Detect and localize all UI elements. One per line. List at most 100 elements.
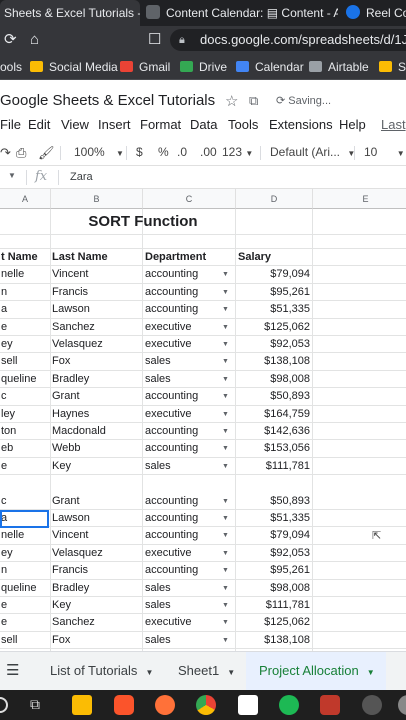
app-icon[interactable]: [362, 695, 382, 715]
salary-cell[interactable]: $50,893: [238, 493, 310, 510]
browser-tab-reel[interactable]: Reel Co: [346, 0, 406, 26]
salary-cell[interactable]: $51,335: [238, 510, 310, 527]
dropdown-arrow-icon[interactable]: ▼: [222, 458, 229, 475]
last-name-cell[interactable]: Grant: [52, 388, 142, 405]
column-header-d[interactable]: D: [236, 189, 313, 209]
dropdown-arrow-icon[interactable]: ▼: [222, 562, 229, 579]
first-name-cell[interactable]: n: [0, 562, 48, 579]
dropdown-arrow-icon[interactable]: ▼: [222, 284, 229, 301]
menu-tools[interactable]: Tools: [228, 117, 258, 132]
salary-cell[interactable]: $95,261: [238, 562, 310, 579]
first-name-cell[interactable]: c: [0, 493, 48, 510]
first-name-cell[interactable]: sell: [0, 632, 48, 649]
dropdown-arrow-icon[interactable]: ▼: [222, 371, 229, 388]
first-name-cell[interactable]: ey: [0, 545, 48, 562]
salary-cell[interactable]: $142,636: [238, 423, 310, 440]
salary-cell[interactable]: $92,053: [238, 336, 310, 353]
last-name-cell[interactable]: Grant: [52, 493, 142, 510]
header-last-name[interactable]: Last Name: [52, 249, 142, 266]
first-name-cell[interactable]: ton: [0, 423, 48, 440]
font-select[interactable]: Default (Ari... ▼: [270, 145, 355, 159]
app-icon[interactable]: [320, 695, 340, 715]
salary-cell[interactable]: $164,759: [238, 406, 310, 423]
reload-icon[interactable]: ⟳: [4, 31, 17, 49]
dropdown-arrow-icon[interactable]: ▼: [222, 527, 229, 544]
star-icon[interactable]: ☆: [225, 92, 238, 110]
last-name-cell[interactable]: Velasquez: [52, 545, 142, 562]
brave-icon[interactable]: [114, 695, 134, 715]
dropdown-arrow-icon[interactable]: ▼: [222, 614, 229, 631]
first-name-cell[interactable]: a: [0, 301, 48, 318]
bookmark-gmail[interactable]: Gmail: [120, 54, 170, 79]
last-name-cell[interactable]: Francis: [52, 562, 142, 579]
percent-format-button[interactable]: %: [158, 145, 169, 159]
salary-cell[interactable]: $95,261: [238, 284, 310, 301]
app-icon[interactable]: [398, 695, 406, 715]
chrome-icon[interactable]: [196, 695, 216, 715]
last-name-cell[interactable]: Vincent: [52, 266, 142, 283]
bookmark-sc[interactable]: Sc: [379, 54, 406, 79]
last-name-cell[interactable]: Webb: [52, 440, 142, 457]
last-name-cell[interactable]: Lawson: [52, 510, 142, 527]
notion-icon[interactable]: [238, 695, 258, 715]
chevron-down-icon[interactable]: ▼: [8, 171, 16, 180]
paint-format-icon[interactable]: 🖌︎: [38, 145, 55, 161]
print-icon[interactable]: ⎙: [16, 145, 26, 161]
first-name-cell[interactable]: n: [0, 284, 48, 301]
first-name-cell[interactable]: e: [0, 614, 48, 631]
salary-cell[interactable]: $92,053: [238, 545, 310, 562]
menu-edit[interactable]: Edit: [28, 117, 50, 132]
bookmark-social-media[interactable]: Social Media: [30, 54, 118, 79]
last-name-cell[interactable]: Key: [52, 458, 142, 475]
column-header-c[interactable]: C: [143, 189, 236, 209]
first-name-cell[interactable]: ley: [0, 406, 48, 423]
salary-cell[interactable]: $79,094: [238, 266, 310, 283]
menu-format[interactable]: Format: [140, 117, 181, 132]
menu-insert[interactable]: Insert: [98, 117, 131, 132]
search-icon[interactable]: [0, 697, 8, 713]
currency-format-button[interactable]: $: [136, 145, 143, 159]
dropdown-arrow-icon[interactable]: ▼: [222, 632, 229, 649]
last-name-cell[interactable]: Francis: [52, 284, 142, 301]
more-formats-button[interactable]: 123 ▼: [222, 145, 253, 159]
last-name-cell[interactable]: Bradley: [52, 371, 142, 388]
dropdown-arrow-icon[interactable]: ▼: [222, 597, 229, 614]
home-icon[interactable]: ⌂: [30, 31, 39, 49]
sheet-tab-project-allocation[interactable]: Project Allocation ▼: [246, 652, 386, 690]
salary-cell[interactable]: $138,108: [238, 353, 310, 370]
last-name-cell[interactable]: Fox: [52, 353, 142, 370]
font-size-select[interactable]: 10 ▼: [364, 145, 405, 159]
bookmark-icon[interactable]: ☐: [148, 31, 161, 49]
dropdown-arrow-icon[interactable]: ▼: [222, 266, 229, 283]
column-header-b[interactable]: B: [51, 189, 143, 209]
dropdown-arrow-icon[interactable]: ▼: [222, 510, 229, 527]
first-name-cell[interactable]: sell: [0, 353, 48, 370]
salary-cell[interactable]: $98,008: [238, 580, 310, 597]
header-department[interactable]: Department: [145, 249, 237, 266]
bookmark-tools[interactable]: ools: [0, 54, 22, 79]
firefox-icon[interactable]: [155, 695, 175, 715]
header-salary[interactable]: Salary: [238, 249, 310, 266]
salary-cell[interactable]: $51,335: [238, 301, 310, 318]
salary-cell[interactable]: $111,781: [238, 458, 310, 475]
sheet-tab-sheet1[interactable]: Sheet1 ▼: [166, 652, 247, 690]
dropdown-arrow-icon[interactable]: ▼: [222, 336, 229, 353]
dropdown-arrow-icon[interactable]: ▼: [222, 580, 229, 597]
salary-cell[interactable]: $98,008: [238, 371, 310, 388]
menu-extensions[interactable]: Extensions: [269, 117, 333, 132]
browser-tab-active[interactable]: Sheets & Excel Tutorials -✕: [0, 0, 140, 26]
spotify-icon[interactable]: [279, 695, 299, 715]
dropdown-arrow-icon[interactable]: ▼: [222, 493, 229, 510]
last-name-cell[interactable]: Sanchez: [52, 319, 142, 336]
dropdown-arrow-icon[interactable]: ▼: [222, 353, 229, 370]
url-field[interactable]: 🔒︎ docs.google.com/spreadsheets/d/1JkAU: [170, 29, 406, 51]
column-header-a[interactable]: A: [0, 189, 51, 209]
dropdown-arrow-icon[interactable]: ▼: [222, 423, 229, 440]
header-first-name[interactable]: t Name: [0, 249, 48, 266]
zoom-select[interactable]: 100% ▼: [74, 145, 124, 159]
first-name-cell[interactable]: e: [0, 597, 48, 614]
first-name-cell[interactable]: nelle: [0, 527, 48, 544]
first-name-cell[interactable]: e: [0, 319, 48, 336]
dropdown-arrow-icon[interactable]: ▼: [222, 545, 229, 562]
bookmark-calendar[interactable]: Calendar: [236, 54, 304, 79]
